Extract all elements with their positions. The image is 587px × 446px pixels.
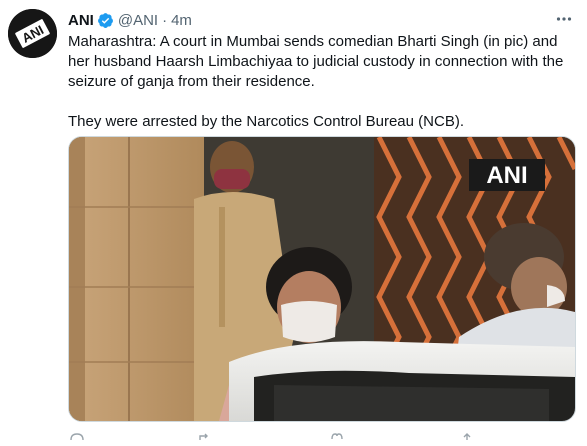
separator-dot: · [162,11,168,29]
tweet[interactable]: ANI ANI @ANI · 4m Maharashtra: A court i… [0,0,587,441]
tweet-text: Maharashtra: A court in Mumbai sends com… [68,32,568,132]
ani-watermark: ANI [486,162,527,189]
like-icon[interactable] [330,428,344,440]
tweet-paragraph-2: They were arrested by the Narcotics Cont… [68,113,464,130]
timestamp[interactable]: 4m [171,12,192,29]
handle[interactable]: @ANI [118,12,158,29]
more-options-icon[interactable] [552,8,576,30]
tweet-paragraph-1: Maharashtra: A court in Mumbai sends com… [68,33,564,90]
share-icon[interactable] [460,428,474,440]
verified-badge-icon [97,12,114,29]
tweet-header: ANI @ANI · 4m [68,10,192,30]
avatar[interactable]: ANI [8,9,57,58]
display-name[interactable]: ANI [68,12,94,29]
tweet-actions [68,428,576,441]
news-photo: ANI [69,137,575,421]
retweet-icon[interactable] [198,428,212,440]
reply-icon[interactable] [70,428,84,441]
ani-logo: ANI [8,9,57,58]
tweet-photo[interactable]: ANI [68,136,576,422]
